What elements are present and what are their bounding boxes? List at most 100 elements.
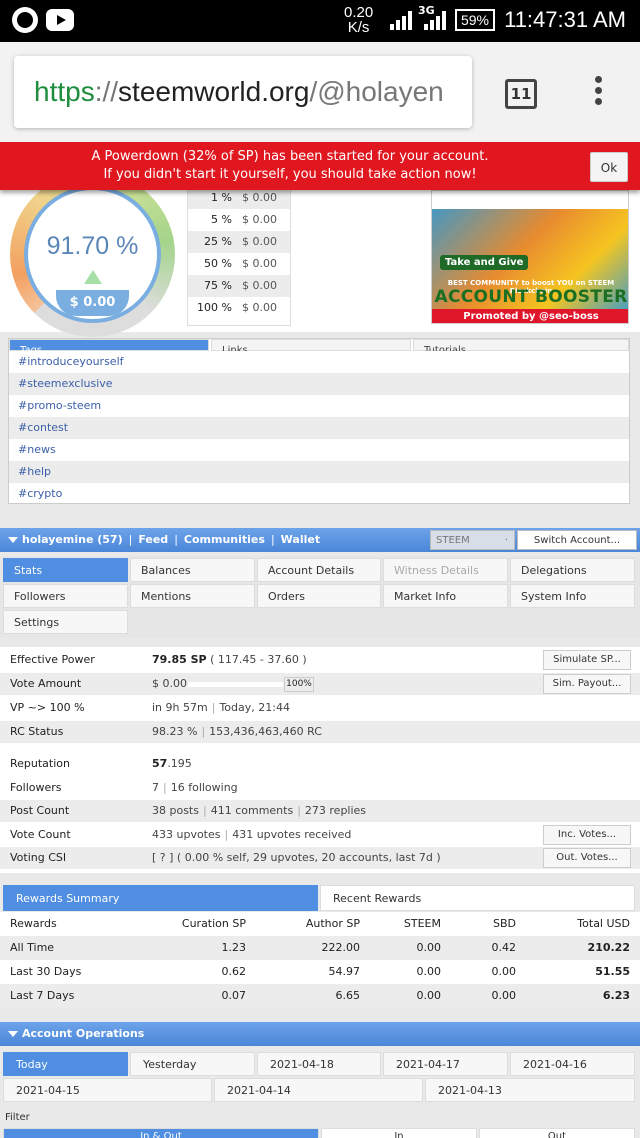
nav-settings[interactable]: Settings	[3, 610, 128, 634]
browser-menu-icon[interactable]	[590, 76, 606, 112]
nav-system-info[interactable]: System Info	[510, 584, 635, 608]
tab-recent-rewards[interactable]: Recent Rewards	[320, 885, 635, 911]
day-2021-04-13[interactable]: 2021-04-13	[425, 1078, 635, 1102]
table-cell: 0.00	[491, 965, 517, 978]
stat-reputation: Reputation 57.195	[10, 757, 192, 770]
vote-value-row: 100 % $ 0.00	[188, 297, 290, 319]
simulate-sp-button[interactable]: Simulate SP...	[543, 650, 631, 670]
tag-link[interactable]: #promo-steem	[9, 395, 629, 417]
cell-signal-icon	[424, 10, 446, 30]
phone-screen: 0.20 K/s 3G 59% 11:47:31 AM https://stee…	[0, 0, 640, 1138]
filter-in[interactable]: In	[321, 1128, 477, 1138]
sim-payout-button[interactable]: Sim. Payout...	[543, 674, 631, 694]
communities-link[interactable]: Communities	[184, 533, 265, 546]
tags-tabs: Tags Links Tutorials	[9, 339, 629, 351]
rewards-table: Rewards Curation SP Author SP STEEM SBD Total…	[0, 912, 640, 1008]
wifi-signal-icon	[390, 10, 412, 30]
inc-votes-button[interactable]: Inc. Votes...	[543, 825, 631, 845]
tag-link[interactable]: #crypto	[9, 483, 629, 505]
table-cell: 51.55	[595, 965, 630, 978]
rewards-header-row: Rewards Curation SP Author SP STEEM SBD Total…	[0, 912, 640, 936]
nav-market-info[interactable]: Market Info	[383, 584, 508, 608]
currency-select[interactable]: STEEM ·	[430, 530, 515, 550]
tags-panel: Tags Links Tutorials #introduceyourself #…	[8, 338, 630, 504]
filter-in-out[interactable]: In & Out	[3, 1128, 319, 1138]
vote-percent: 75 %	[204, 279, 232, 292]
voting-overview: 91.70 % $ 0.00 1 % $ 0.00 5 % $ 0.00 25 % $ 0…	[0, 142, 640, 337]
nav-witness-details: Witness Details	[383, 558, 508, 582]
vote-amount: $ 0.00	[242, 301, 277, 314]
table-cell: 54.97	[328, 965, 361, 978]
nav-delegations[interactable]: Delegations	[510, 558, 635, 582]
address-bar[interactable]: https://steemworld.org/@holayen	[14, 56, 472, 128]
table-cell: 6.23	[602, 989, 630, 1002]
alert-ok-button[interactable]: Ok	[590, 152, 628, 182]
day-today[interactable]: Today	[3, 1052, 128, 1076]
wallet-link[interactable]: Wallet	[281, 533, 320, 546]
switch-account-button[interactable]: Switch Account...	[517, 530, 637, 550]
banner-title: ACCOUNT BOOSTER	[434, 287, 628, 307]
day-2021-04-18[interactable]: 2021-04-18	[257, 1052, 381, 1076]
table-row: Last 7 Days 0.07 6.65 0.00 0.00 6.23	[0, 984, 640, 1008]
day-2021-04-15[interactable]: 2021-04-15	[3, 1078, 212, 1102]
table-cell: 1.23	[221, 941, 247, 954]
nav-account-details[interactable]: Account Details	[257, 558, 381, 582]
banner-promo: Promoted by @seo-boss	[432, 309, 628, 323]
rewards-tabs: Rewards Summary Recent Rewards	[0, 885, 640, 911]
nav-balances[interactable]: Balances	[130, 558, 255, 582]
stat-vp-full: VP ~> 100 % in 9h 57m | Today, 21:44	[10, 701, 290, 714]
vote-amount: $ 0.00	[242, 235, 277, 248]
caret-down-icon[interactable]	[8, 1031, 18, 1037]
nav-orders[interactable]: Orders	[257, 584, 381, 608]
table-cell: 0.00	[491, 989, 517, 1002]
row-label: Last 30 Days	[10, 965, 82, 978]
clock: 11:47:31 AM	[504, 7, 626, 32]
nav-followers[interactable]: Followers	[3, 584, 128, 608]
nav-mentions[interactable]: Mentions	[130, 584, 255, 608]
table-cell: 0.00	[416, 989, 442, 1002]
tab-rewards-summary[interactable]: Rewards Summary	[3, 885, 318, 911]
vote-value-row: 75 % $ 0.00	[188, 275, 290, 297]
account-booster-banner[interactable]: Take and Give BEST COMMUNITY to boost YO…	[431, 190, 629, 324]
voting-power-percent: 91.70 %	[46, 232, 139, 260]
vote-percent: 1 %	[211, 191, 232, 204]
vote-percent: 5 %	[211, 213, 232, 226]
day-yesterday[interactable]: Yesterday	[130, 1052, 255, 1076]
tag-link[interactable]: #news	[9, 439, 629, 461]
day-2021-04-17[interactable]: 2021-04-17	[383, 1052, 508, 1076]
whatsapp-icon	[12, 7, 38, 33]
account-name-link[interactable]: holayemine (57)	[22, 533, 123, 546]
vote-value-row: 1 % $ 0.00	[188, 187, 290, 209]
caret-down-icon[interactable]	[8, 537, 18, 543]
table-cell: Author SP	[305, 917, 360, 930]
tag-link[interactable]: #contest	[9, 417, 629, 439]
powerdown-alert: A Powerdown (32% of SP) has been started…	[0, 142, 640, 190]
tab-tags[interactable]: Tags	[9, 339, 209, 351]
day-2021-04-16[interactable]: 2021-04-16	[510, 1052, 635, 1076]
stat-post-count: Post Count 38 posts | 411 comments | 273 rep…	[0, 800, 640, 822]
table-cell: 0.00	[416, 965, 442, 978]
nav-stats[interactable]: Stats	[3, 558, 128, 582]
stat-vote-count: Vote Count 433 upvotes | 431 upvotes recei…	[0, 824, 640, 846]
day-2021-04-14[interactable]: 2021-04-14	[214, 1078, 423, 1102]
table-cell: 0.07	[221, 989, 247, 1002]
table-cell: 0.62	[221, 965, 247, 978]
filter-out[interactable]: Out	[479, 1128, 635, 1138]
tab-tutorials[interactable]: Tutorials	[413, 339, 629, 351]
table-cell: STEEM	[403, 917, 441, 930]
feed-link[interactable]: Feed	[138, 533, 168, 546]
stat-followers: Followers 7 | 16 following	[10, 781, 238, 794]
vote-percent: 50 %	[204, 257, 232, 270]
tab-switcher-button[interactable]: 11	[505, 79, 537, 109]
tag-link[interactable]: #help	[9, 461, 629, 483]
section-nav: Stats Balances Account Details Witness D…	[0, 556, 640, 638]
status-bar: 0.20 K/s 3G 59% 11:47:31 AM	[0, 0, 640, 42]
vote-weight-slider[interactable]	[188, 682, 283, 687]
tab-links[interactable]: Links	[211, 339, 411, 351]
vote-value-badge: $ 0.00	[56, 290, 129, 316]
tag-link[interactable]: #introduceyourself	[9, 351, 629, 373]
table-row: Last 30 Days 0.62 54.97 0.00 0.00 51.55	[0, 960, 640, 984]
tag-link[interactable]: #steemexclusive	[9, 373, 629, 395]
vote-value-row: 50 % $ 0.00	[188, 253, 290, 275]
out-votes-button[interactable]: Out. Votes...	[543, 848, 631, 868]
